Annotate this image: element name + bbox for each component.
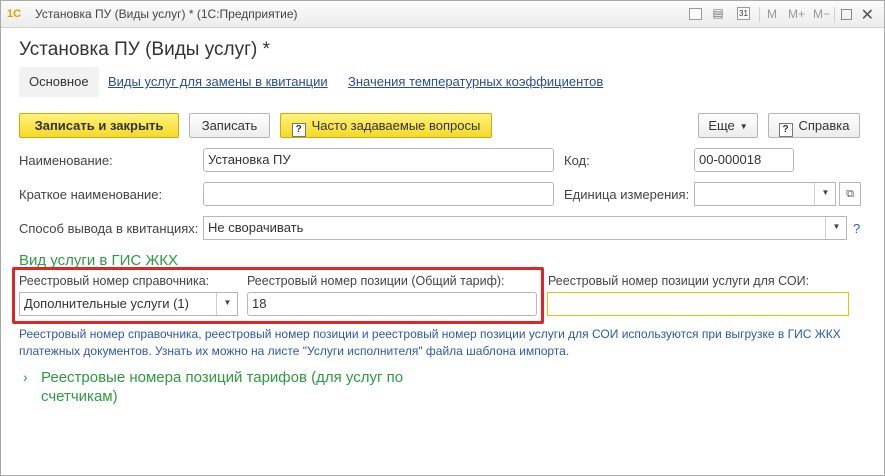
restore-icon[interactable] <box>841 9 852 20</box>
1c-logo-icon: 1С <box>7 8 22 20</box>
m-plus-icon[interactable]: M+ <box>788 7 805 21</box>
registry-ref-label: Реестровый номер справочника: <box>19 274 210 288</box>
help-label: Справка <box>798 118 850 133</box>
faq-button[interactable]: ? Часто задаваемые вопросы <box>280 113 492 138</box>
calendar-day: 31 <box>739 9 748 18</box>
separator <box>834 7 835 22</box>
output-select[interactable]: Не сворачивать ▼ <box>203 216 847 240</box>
separator <box>759 7 760 22</box>
more-button[interactable]: Еще ▼ <box>698 113 758 138</box>
faq-label: Часто задаваемые вопросы <box>311 118 481 133</box>
help-link-icon[interactable]: ? <box>853 221 860 236</box>
short-name-label: Краткое наименование: <box>19 187 163 202</box>
chevron-down-icon[interactable]: ▼ <box>814 183 835 205</box>
code-field[interactable]: 00-000018 <box>694 148 794 172</box>
form-title: Установка ПУ (Виды услуг) * <box>19 39 271 60</box>
chevron-down-icon[interactable]: ▼ <box>216 293 237 315</box>
question-icon: ? <box>291 123 306 137</box>
output-value: Не сворачивать <box>208 220 304 235</box>
registry-ref-value: Дополнительные услуги (1) <box>24 296 189 311</box>
gis-note: Реестровый номер справочника, реестровый… <box>19 327 841 358</box>
help-button[interactable]: ? Справка <box>768 113 860 138</box>
chevron-down-icon: ▼ <box>739 122 748 131</box>
question-icon: ? <box>778 123 793 137</box>
tab-temperature-coefficients[interactable]: Значения температурных коэффициентов <box>348 67 603 97</box>
position-field[interactable]: 18 <box>247 292 537 316</box>
name-field[interactable]: Установка ПУ <box>203 148 554 172</box>
short-name-field[interactable] <box>203 182 554 206</box>
m-minus-icon[interactable]: M− <box>813 7 830 21</box>
chevron-right-icon[interactable]: › <box>23 369 28 385</box>
window-title: Установка ПУ (Виды услуг) * (1С:Предприя… <box>35 7 298 21</box>
tab-main[interactable]: Основное <box>19 67 99 97</box>
save-button[interactable]: Записать <box>189 113 270 138</box>
app-window: 1С Установка ПУ (Виды услуг) * (1С:Предп… <box>0 0 885 476</box>
close-icon[interactable]: ✕ <box>861 5 874 25</box>
soi-field[interactable] <box>547 292 849 316</box>
unit-field[interactable]: ▼ <box>694 182 836 206</box>
tariff-positions-expander[interactable]: Реестровые номера позиций тарифов (для у… <box>41 368 441 406</box>
m-icon[interactable]: M <box>767 7 777 21</box>
save-icon[interactable]: ▤ <box>710 5 726 21</box>
more-label: Еще <box>708 118 735 133</box>
document-icon[interactable] <box>689 8 702 20</box>
name-label: Наименование: <box>19 153 113 168</box>
unit-label: Единица измерения: <box>564 187 690 202</box>
save-and-close-button[interactable]: Записать и закрыть <box>19 113 179 138</box>
title-bar: 1С Установка ПУ (Виды услуг) * (1С:Предп… <box>1 1 884 28</box>
tab-replacement-services[interactable]: Виды услуг для замены в квитанции <box>108 67 328 97</box>
calendar-icon[interactable]: 31 <box>737 7 750 20</box>
code-label: Код: <box>564 153 590 168</box>
chevron-down-icon[interactable]: ▼ <box>825 217 846 239</box>
registry-ref-select[interactable]: Дополнительные услуги (1) ▼ <box>19 292 238 316</box>
position-label: Реестровый номер позиции (Общий тариф): <box>247 274 505 288</box>
output-label: Способ вывода в квитанциях: <box>19 221 199 236</box>
open-icon[interactable]: ⧉ <box>839 182 861 206</box>
soi-label: Реестровый номер позиции услуги для СОИ: <box>548 274 810 288</box>
